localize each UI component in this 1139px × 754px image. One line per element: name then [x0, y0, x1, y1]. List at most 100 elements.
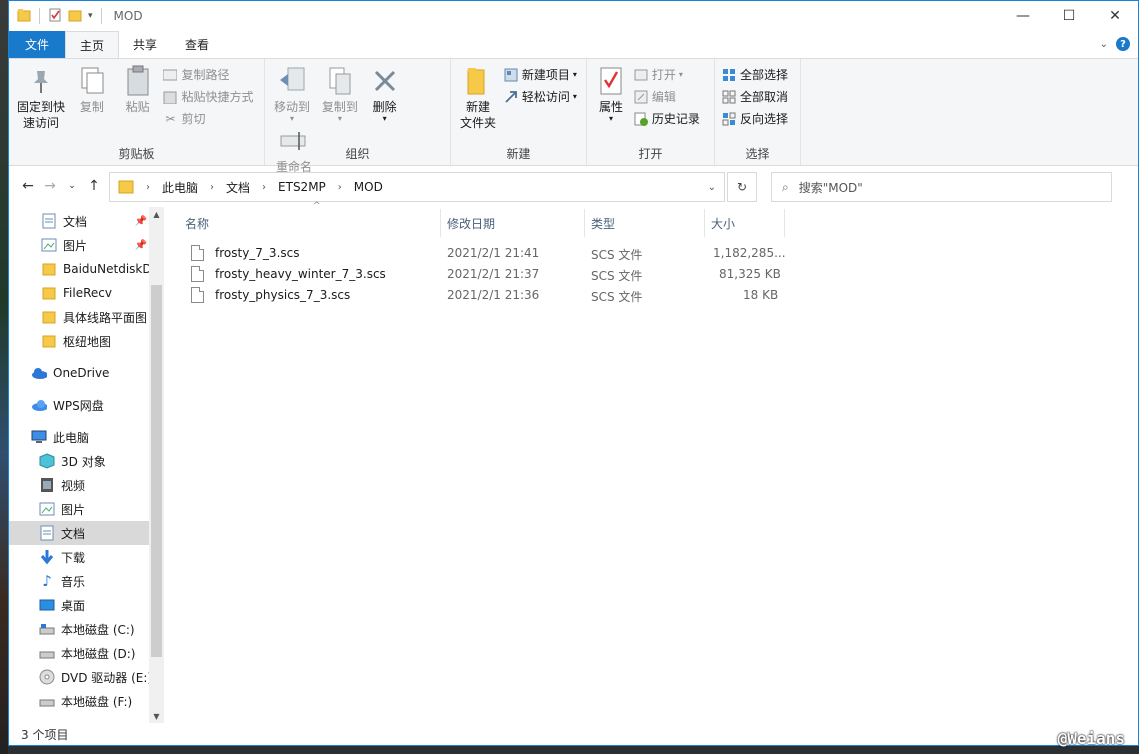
nav-scrollbar[interactable]: ▲ ▼ [149, 207, 164, 723]
file-row[interactable]: frosty_physics_7_3.scs 2021/2/1 21:36 SC… [179, 285, 799, 306]
explorer-window: ▾ MOD — ☐ ✕ 文件 主页 共享 查看 ⌄ ? 固定到快 速访问 复制 … [8, 0, 1139, 746]
nav-item-hub-maps[interactable]: 枢纽地图 [9, 329, 149, 353]
copy-to-button[interactable]: 复制到 ▾ [317, 63, 363, 123]
tab-file[interactable]: 文件 [9, 31, 66, 58]
close-button[interactable]: ✕ [1092, 1, 1138, 31]
copy-button[interactable]: 复制 [71, 63, 113, 115]
chevron-down-icon[interactable]: ⌄ [1100, 39, 1108, 50]
back-button[interactable]: ← [17, 175, 39, 197]
drive-icon [39, 645, 55, 661]
nav-item-desktop[interactable]: 桌面 [9, 593, 149, 617]
nav-item-documents-pinned[interactable]: 文档 📌 [9, 209, 149, 233]
tab-share[interactable]: 共享 [119, 31, 171, 58]
nav-item-route-plans[interactable]: 具体线路平面图 [9, 305, 149, 329]
history-button[interactable]: 历史记录 [633, 109, 700, 128]
video-icon [39, 477, 55, 493]
nav-item-pictures[interactable]: 图片 [9, 497, 149, 521]
cut-button[interactable]: ✂ 剪切 [162, 109, 253, 128]
breadcrumb-this-pc[interactable]: 此电脑 [156, 179, 204, 196]
nav-item-drive-f[interactable]: 本地磁盘 (F:) [9, 689, 149, 713]
nav-item-filerecv[interactable]: FileRecv [9, 281, 149, 305]
nav-item-wps-cloud[interactable]: WPS网盘 [9, 393, 149, 417]
invert-selection-label: 反向选择 [740, 112, 789, 126]
file-type: SCS 文件 [591, 290, 643, 304]
nav-item-drive-c[interactable]: 本地磁盘 (C:) [9, 617, 149, 641]
new-item-button[interactable]: 新建项目 ▾ [503, 65, 577, 84]
chevron-right-icon[interactable]: › [140, 182, 156, 193]
recent-locations-button[interactable]: ⌄ [61, 175, 83, 197]
easy-access-button[interactable]: 轻松访问 ▾ [503, 87, 577, 106]
help-icon[interactable]: ? [1116, 37, 1130, 51]
chevron-down-icon[interactable]: ▾ [88, 11, 93, 21]
column-header-size[interactable]: 大小 [705, 209, 785, 237]
select-all-button[interactable]: 全部选择 [721, 65, 788, 84]
refresh-button[interactable]: ↻ [727, 172, 757, 202]
nav-item-downloads[interactable]: 下载 [9, 545, 149, 569]
tab-view[interactable]: 查看 [171, 31, 223, 58]
column-header-name[interactable]: 名称 [179, 209, 441, 237]
select-none-button[interactable]: 全部取消 [721, 87, 788, 106]
ribbon: 固定到快 速访问 复制 粘贴 复制路径 粘贴快捷方式 ✂ 剪切 剪贴板 移动到 … [9, 58, 1138, 174]
scroll-up-icon[interactable]: ▲ [149, 207, 164, 221]
open-button[interactable]: 打开 ▾ [633, 65, 700, 84]
edit-label: 编辑 [651, 90, 676, 104]
picture-icon [41, 237, 57, 253]
nav-item-dvd-e[interactable]: DVD 驱动器 (E:) [9, 665, 149, 689]
chevron-right-icon[interactable]: › [204, 182, 220, 193]
paste-shortcut-label: 粘贴快捷方式 [181, 90, 254, 104]
delete-button[interactable]: 删除 ▾ [367, 63, 403, 123]
nav-item-this-pc[interactable]: 此电脑 [9, 425, 149, 449]
folder-icon [41, 285, 57, 301]
watermark: @Weians [1057, 729, 1125, 748]
paste-button[interactable]: 粘贴 [117, 63, 159, 115]
tab-home[interactable]: 主页 [65, 31, 120, 58]
edit-button[interactable]: 编辑 [633, 87, 700, 106]
invert-selection-button[interactable]: 反向选择 [721, 109, 788, 128]
maximize-button[interactable]: ☐ [1046, 1, 1092, 31]
file-row[interactable]: frosty_7_3.scs 2021/2/1 21:41 SCS 文件 1,1… [179, 243, 799, 264]
paste-shortcut-button[interactable]: 粘贴快捷方式 [162, 87, 254, 106]
file-name: frosty_heavy_winter_7_3.scs [215, 267, 386, 281]
nav-item-baidunetdisk[interactable]: BaiduNetdiskD [9, 257, 149, 281]
new-folder-icon[interactable] [68, 8, 82, 25]
nav-label: 图片 [63, 238, 88, 253]
nav-item-onedrive[interactable]: OneDrive [9, 361, 149, 385]
breadcrumb-documents[interactable]: 文档 [220, 179, 256, 196]
forward-button[interactable]: → [39, 175, 61, 197]
desktop-background [0, 0, 8, 754]
search-box[interactable]: ⌕ 搜索"MOD" [771, 172, 1112, 202]
properties-button[interactable]: 属性 ▾ [593, 63, 629, 123]
group-label-clipboard: 剪贴板 [118, 147, 155, 161]
item-count: 3 个项目 [21, 727, 69, 742]
column-header-modified[interactable]: 修改日期 [441, 209, 585, 237]
chevron-right-icon[interactable]: › [332, 182, 348, 193]
file-row[interactable]: frosty_heavy_winter_7_3.scs 2021/2/1 21:… [179, 264, 799, 285]
nav-item-3d-objects[interactable]: 3D 对象 [9, 449, 149, 473]
minimize-button[interactable]: — [1000, 1, 1046, 31]
properties-icon[interactable] [48, 8, 62, 25]
open-icon [633, 67, 649, 83]
pin-quick-access-button[interactable]: 固定到快 速访问 [15, 63, 67, 131]
column-header-type[interactable]: 类型 [585, 209, 705, 237]
ribbon-tabs: 文件 主页 共享 查看 ⌄ ? [9, 31, 1138, 58]
clipboard-icon [122, 65, 154, 97]
up-button[interactable]: ↑ [83, 175, 105, 197]
new-folder-button[interactable]: 新建 文件夹 [457, 63, 499, 131]
move-to-button[interactable]: 移动到 ▾ [271, 63, 313, 123]
copy-path-button[interactable]: 复制路径 [162, 65, 253, 84]
nav-item-drive-d[interactable]: 本地磁盘 (D:) [9, 641, 149, 665]
nav-item-videos[interactable]: 视频 [9, 473, 149, 497]
scroll-down-icon[interactable]: ▼ [149, 709, 164, 723]
nav-item-documents[interactable]: 文档 [9, 521, 149, 545]
chevron-down-icon[interactable]: ⌄ [708, 182, 716, 193]
dvd-icon [39, 669, 55, 685]
nav-item-pictures-pinned[interactable]: 图片 📌 [9, 233, 149, 257]
breadcrumb-mod[interactable]: MOD [348, 180, 389, 194]
scrollbar-thumb[interactable] [151, 285, 162, 657]
chevron-down-icon: ▾ [289, 114, 294, 123]
chevron-right-icon[interactable]: › [256, 182, 272, 193]
breadcrumb-ets2mp[interactable]: ETS2MP [272, 180, 332, 194]
nav-item-music[interactable]: ♪ 音乐 [9, 569, 149, 593]
copy-to-icon [324, 65, 356, 97]
address-bar[interactable]: › 此电脑 › 文档 › ETS2MP › MOD ⌄ [109, 172, 725, 202]
